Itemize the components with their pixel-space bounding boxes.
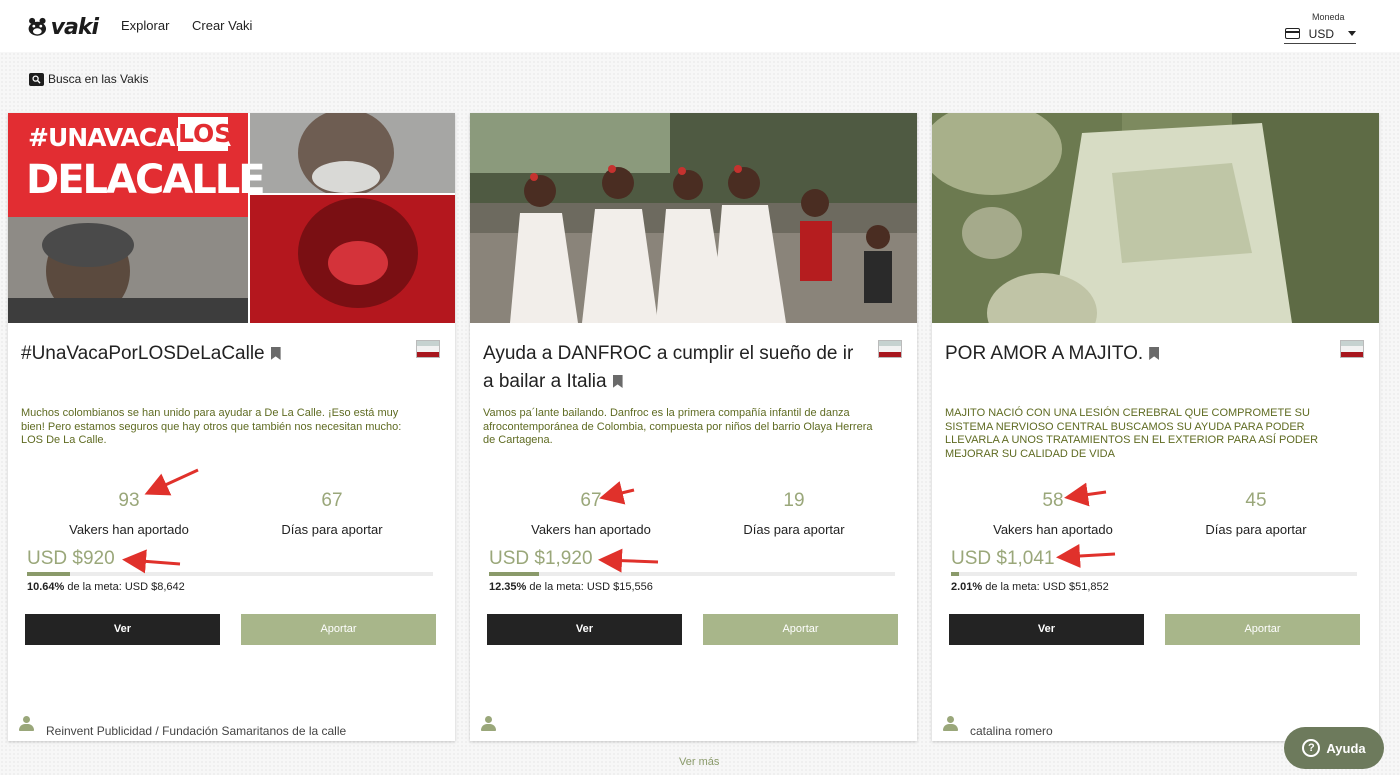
aportar-button[interactable]: Aportar bbox=[703, 614, 898, 645]
progress-fill bbox=[489, 572, 540, 576]
vaki-logo[interactable]: vaki bbox=[26, 12, 99, 42]
vakers-count: 58 bbox=[1042, 490, 1064, 511]
goal-text: 10.64% de la meta: USD $8,642 bbox=[27, 581, 185, 593]
amount-raised: USD $1,920 bbox=[489, 548, 593, 569]
campaign-owner[interactable]: Reinvent Publicidad / Fundación Samarita… bbox=[19, 716, 346, 738]
ver-button[interactable]: Ver bbox=[25, 614, 220, 645]
goal-amount: de la meta: USD $51,852 bbox=[982, 581, 1109, 593]
bookmark-icon[interactable] bbox=[270, 347, 281, 360]
goal-percent: 12.35% bbox=[489, 581, 527, 593]
currency-select[interactable]: Moneda USD bbox=[1284, 10, 1356, 44]
nav-explorar[interactable]: Explorar bbox=[121, 18, 169, 33]
campaign-description: Vamos pa´lante bailando. Danfroc es la p… bbox=[483, 407, 873, 446]
currency-value: USD bbox=[1308, 26, 1334, 41]
cow-logo-icon bbox=[28, 17, 47, 36]
colombia-flag-icon bbox=[1340, 340, 1364, 358]
goal-amount: de la meta: USD $8,642 bbox=[64, 581, 185, 593]
colombia-flag-icon bbox=[416, 340, 440, 358]
campaign-title-text: POR AMOR A MAJITO. bbox=[945, 343, 1144, 364]
goal-percent: 10.64% bbox=[27, 581, 65, 593]
user-icon bbox=[19, 716, 34, 732]
colombia-flag-icon bbox=[878, 340, 902, 358]
vakers-label: Vakers han aportado bbox=[531, 522, 651, 537]
days-count: 45 bbox=[1245, 490, 1267, 511]
goal-text: 12.35% de la meta: USD $15,556 bbox=[489, 581, 653, 593]
progress-fill bbox=[951, 572, 960, 576]
goal-text: 2.01% de la meta: USD $51,852 bbox=[951, 581, 1109, 593]
logo-text: vaki bbox=[50, 14, 99, 40]
campaign-owner[interactable]: catalina romero bbox=[943, 716, 1053, 738]
vakers-count: 93 bbox=[118, 490, 140, 511]
nav-crear-vaki[interactable]: Crear Vaki bbox=[192, 18, 252, 33]
vakers-count: 67 bbox=[580, 490, 602, 511]
vakers-label: Vakers han aportado bbox=[69, 522, 189, 537]
campaign-title[interactable]: #UnaVacaPorLOSDeLaCalle bbox=[21, 340, 401, 368]
progress-fill bbox=[27, 572, 71, 576]
search-link[interactable]: Busca en las Vakis bbox=[29, 72, 149, 86]
days-count: 19 bbox=[783, 490, 805, 511]
campaign-image[interactable]: #UNAVACAPOR LOS DELACALLE bbox=[8, 113, 455, 323]
campaign-owner[interactable] bbox=[481, 716, 508, 732]
campaign-description: Muchos colombianos se han unido para ayu… bbox=[21, 407, 402, 446]
credit-card-icon bbox=[1285, 28, 1300, 39]
image-headline-2: LOS bbox=[178, 117, 232, 151]
days-label: Días para aportar bbox=[281, 522, 383, 537]
days-label: Días para aportar bbox=[743, 522, 845, 537]
days-label: Días para aportar bbox=[1205, 522, 1307, 537]
search-label: Busca en las Vakis bbox=[48, 72, 149, 86]
owner-name: Reinvent Publicidad / Fundación Samarita… bbox=[46, 724, 347, 738]
owner-name: catalina romero bbox=[970, 724, 1053, 738]
aportar-button[interactable]: Aportar bbox=[1165, 614, 1360, 645]
campaign-card: Ayuda a DANFROC a cumplir el sueño de ir… bbox=[470, 113, 917, 741]
ver-mas-link[interactable]: Ver más bbox=[679, 756, 719, 768]
user-icon bbox=[481, 716, 496, 732]
help-question-icon: ? bbox=[1302, 739, 1321, 757]
ver-button[interactable]: Ver bbox=[949, 614, 1144, 645]
campaign-title[interactable]: POR AMOR A MAJITO. bbox=[945, 340, 1325, 368]
goal-amount: de la meta: USD $15,556 bbox=[526, 581, 653, 593]
campaign-title-text: #UnaVacaPorLOSDeLaCalle bbox=[21, 343, 265, 364]
aportar-button[interactable]: Aportar bbox=[241, 614, 436, 645]
bookmark-icon[interactable] bbox=[612, 375, 623, 388]
progress-bar bbox=[489, 572, 895, 576]
progress-bar bbox=[951, 572, 1357, 576]
days-count: 67 bbox=[321, 490, 343, 511]
campaign-title-text: Ayuda a DANFROC a cumplir el sueño de ir… bbox=[483, 343, 854, 392]
amount-raised: USD $920 bbox=[27, 548, 115, 569]
campaign-description: MAJITO NACIÓ CON UNA LESIÓN CEREBRAL QUE… bbox=[945, 407, 1319, 460]
bookmark-icon[interactable] bbox=[1149, 347, 1160, 360]
caret-down-icon bbox=[1348, 31, 1356, 36]
search-icon bbox=[29, 72, 44, 86]
campaign-card: #UNAVACAPOR LOS DELACALLE #UnaVacaPorLOS… bbox=[8, 113, 455, 741]
currency-label: Moneda bbox=[1312, 12, 1345, 22]
help-label: Ayuda bbox=[1326, 740, 1366, 756]
amount-raised: USD $1,041 bbox=[951, 548, 1055, 569]
campaign-image[interactable] bbox=[932, 113, 1379, 323]
image-headline-3: DELACALLE bbox=[26, 157, 266, 203]
goal-percent: 2.01% bbox=[951, 581, 983, 593]
campaign-image[interactable] bbox=[470, 113, 917, 323]
progress-bar bbox=[27, 572, 433, 576]
campaign-title[interactable]: Ayuda a DANFROC a cumplir el sueño de ir… bbox=[483, 340, 863, 396]
top-bar: vaki Explorar Crear Vaki Moneda USD bbox=[0, 0, 1400, 52]
campaign-card: POR AMOR A MAJITO. MAJITO NACIÓ CON UNA … bbox=[932, 113, 1379, 741]
ver-button[interactable]: Ver bbox=[487, 614, 682, 645]
help-button[interactable]: ? Ayuda bbox=[1284, 727, 1384, 769]
user-icon bbox=[943, 716, 958, 732]
vakers-label: Vakers han aportado bbox=[993, 522, 1113, 537]
